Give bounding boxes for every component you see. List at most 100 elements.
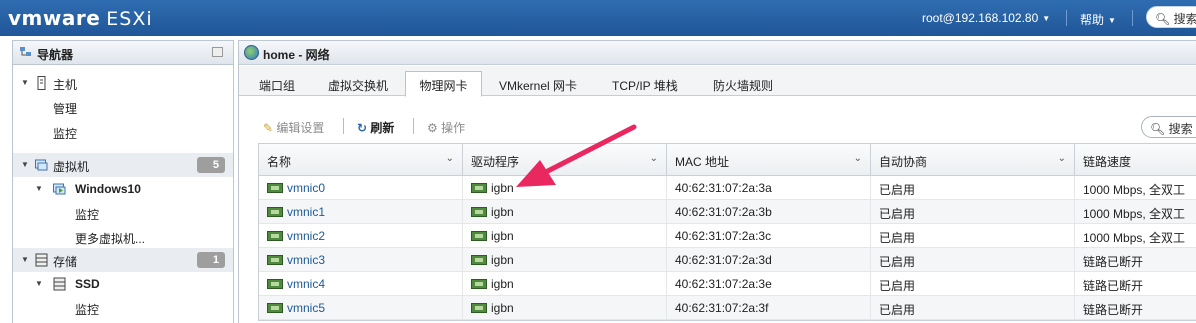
- edit-settings-button[interactable]: ✎ 编辑设置: [263, 119, 324, 136]
- navigator-icon: [20, 47, 31, 56]
- nav-item-vm-monitor[interactable]: 监控: [13, 201, 233, 225]
- table-row[interactable]: vmnic5 igbn 40:62:31:07:2a:3f 已启用 链路已断开: [259, 296, 1196, 320]
- collapse-panel-icon[interactable]: [212, 47, 223, 57]
- nav-item-host-manage[interactable]: 管理: [13, 95, 233, 119]
- nav-label: 监控: [53, 127, 78, 141]
- page-title: home - 网络: [263, 48, 330, 62]
- nav-item-more-vms[interactable]: 更多虚拟机...: [13, 225, 233, 249]
- column-header-autoneg[interactable]: 自动协商 ⌄: [871, 144, 1075, 176]
- column-header-name[interactable]: 名称 ⌄: [259, 144, 463, 176]
- table-row[interactable]: vmnic3 igbn 40:62:31:07:2a:3d 已启用 链路已断开: [259, 248, 1196, 272]
- cell-speed: 链路已断开: [1083, 255, 1144, 269]
- refresh-icon: ↻: [357, 121, 368, 135]
- table-search-input[interactable]: 🔍︎ 搜索: [1141, 116, 1196, 138]
- driver-label: igbn: [491, 205, 514, 219]
- nic-name-link[interactable]: vmnic1: [287, 205, 325, 219]
- table-row[interactable]: vmnic0 igbn 40:62:31:07:2a:3a 已启用 1000 Mbps,…: [259, 176, 1196, 200]
- chevron-down-icon[interactable]: ⌄: [446, 153, 454, 164]
- nav-label: 存储: [53, 255, 78, 269]
- tab-physical-nics[interactable]: 物理网卡: [405, 71, 482, 97]
- cell-name[interactable]: vmnic1: [259, 200, 463, 224]
- nav-item-host-monitor[interactable]: 监控: [13, 120, 233, 144]
- nav-label: 主机: [53, 78, 78, 92]
- expand-triangle-icon[interactable]: ▼: [21, 160, 29, 169]
- nav-label: 监控: [75, 208, 100, 222]
- cell-driver: igbn: [463, 224, 667, 248]
- pencil-icon: ✎: [263, 121, 274, 135]
- physical-nic-table: 名称 ⌄ 驱动程序 ⌄ MAC 地址 ⌄ 自动协商 ⌄ 链路速度 vmnic0 igbn 4…: [258, 143, 1196, 321]
- divider: [343, 118, 344, 134]
- column-label: 名称: [267, 155, 292, 169]
- nav-item-ssd-monitor[interactable]: 监控: [13, 296, 233, 320]
- driver-icon: [471, 231, 487, 241]
- user-menu[interactable]: root@192.168.102.80 ▼: [922, 11, 1050, 25]
- nav-item-vms[interactable]: ▼ 虚拟机 5: [13, 153, 233, 177]
- refresh-button[interactable]: ↻ 刷新: [357, 119, 394, 136]
- cell-mac: 40:62:31:07:2a:3f: [667, 296, 871, 320]
- cell-name[interactable]: vmnic0: [259, 176, 463, 200]
- divider: [1066, 10, 1067, 26]
- table-row[interactable]: vmnic1 igbn 40:62:31:07:2a:3b 已启用 1000 Mbps,…: [259, 200, 1196, 224]
- column-label: 驱动程序: [471, 155, 520, 169]
- datastore-icon: [53, 277, 66, 291]
- driver-label: igbn: [491, 253, 514, 267]
- table-row[interactable]: vmnic2 igbn 40:62:31:07:2a:3c 已启用 1000 Mbps,…: [259, 224, 1196, 248]
- expand-triangle-icon[interactable]: ▼: [21, 255, 29, 264]
- nic-name-link[interactable]: vmnic2: [287, 229, 325, 243]
- nic-name-link[interactable]: vmnic3: [287, 253, 325, 267]
- cell-driver: igbn: [463, 296, 667, 320]
- cell-name[interactable]: vmnic4: [259, 272, 463, 296]
- nic-name-link[interactable]: vmnic5: [287, 301, 325, 315]
- nav-item-storage[interactable]: ▼ 存储 1: [13, 248, 233, 272]
- actions-button[interactable]: ⚙ 操作: [427, 119, 465, 136]
- column-header-speed[interactable]: 链路速度: [1075, 144, 1196, 176]
- vm-icon: [35, 159, 48, 171]
- nav-label: 监控: [75, 303, 100, 317]
- cell-driver: igbn: [463, 176, 667, 200]
- tab-bar: 端口组 虚拟交换机 物理网卡 VMkernel 网卡 TCP/IP 堆栈 防火墙…: [239, 66, 1196, 97]
- chevron-down-icon: ▼: [1042, 14, 1051, 24]
- driver-label: igbn: [491, 277, 514, 291]
- cell-name[interactable]: vmnic2: [259, 224, 463, 248]
- cell-name[interactable]: vmnic5: [259, 296, 463, 320]
- cell-speed: 1000 Mbps, 全双工: [1083, 207, 1186, 221]
- nav-item-datastore-ssd[interactable]: ▼ SSD: [13, 272, 233, 296]
- network-card-icon: [267, 207, 283, 217]
- nav-label: Windows10: [75, 182, 141, 196]
- expand-triangle-icon[interactable]: ▼: [35, 279, 43, 288]
- column-header-driver[interactable]: 驱动程序 ⌄: [463, 144, 667, 176]
- chevron-down-icon[interactable]: ⌄: [650, 153, 658, 164]
- navigator-title: 导航器: [37, 48, 74, 62]
- global-search-input[interactable]: 🔍︎ 搜索: [1146, 6, 1196, 28]
- divider: [413, 118, 414, 134]
- vmware-esxi-logo: vmware ESXi: [8, 6, 153, 30]
- nic-name-link[interactable]: vmnic4: [287, 277, 325, 291]
- cell-name[interactable]: vmnic3: [259, 248, 463, 272]
- network-card-icon: [267, 303, 283, 313]
- top-bar: vmware ESXi root@192.168.102.80 ▼ 帮助 ▼ 🔍︎ 搜…: [0, 0, 1196, 36]
- expand-triangle-icon[interactable]: ▼: [21, 78, 29, 87]
- tab-vmkernel-nics[interactable]: VMkernel 网卡: [499, 72, 577, 96]
- driver-label: igbn: [491, 181, 514, 195]
- nic-name-link[interactable]: vmnic0: [287, 181, 325, 195]
- nav-label: 虚拟机: [53, 160, 90, 174]
- tab-virtual-switches[interactable]: 虚拟交换机: [328, 72, 388, 96]
- driver-icon: [471, 207, 487, 217]
- cell-speed: 链路已断开: [1083, 279, 1144, 293]
- table-row[interactable]: vmnic4 igbn 40:62:31:07:2a:3e 已启用 链路已断开: [259, 272, 1196, 296]
- driver-icon: [471, 303, 487, 313]
- gear-icon: ⚙: [427, 121, 438, 135]
- cell-autoneg: 已启用: [871, 248, 1075, 272]
- expand-triangle-icon[interactable]: ▼: [35, 184, 43, 193]
- help-menu[interactable]: 帮助 ▼: [1080, 11, 1116, 28]
- column-header-mac[interactable]: MAC 地址 ⌄: [667, 144, 871, 176]
- nav-item-vm-windows10[interactable]: ▼ Windows10: [13, 177, 233, 201]
- tab-firewall-rules[interactable]: 防火墙规则: [713, 72, 773, 96]
- driver-icon: [471, 255, 487, 265]
- tab-tcpip-stacks[interactable]: TCP/IP 堆栈: [612, 72, 678, 96]
- chevron-down-icon[interactable]: ⌄: [854, 153, 862, 164]
- tab-port-groups[interactable]: 端口组: [259, 72, 295, 96]
- network-card-icon: [267, 183, 283, 193]
- chevron-down-icon[interactable]: ⌄: [1058, 153, 1066, 164]
- nav-item-host[interactable]: ▼ 主机: [13, 71, 233, 95]
